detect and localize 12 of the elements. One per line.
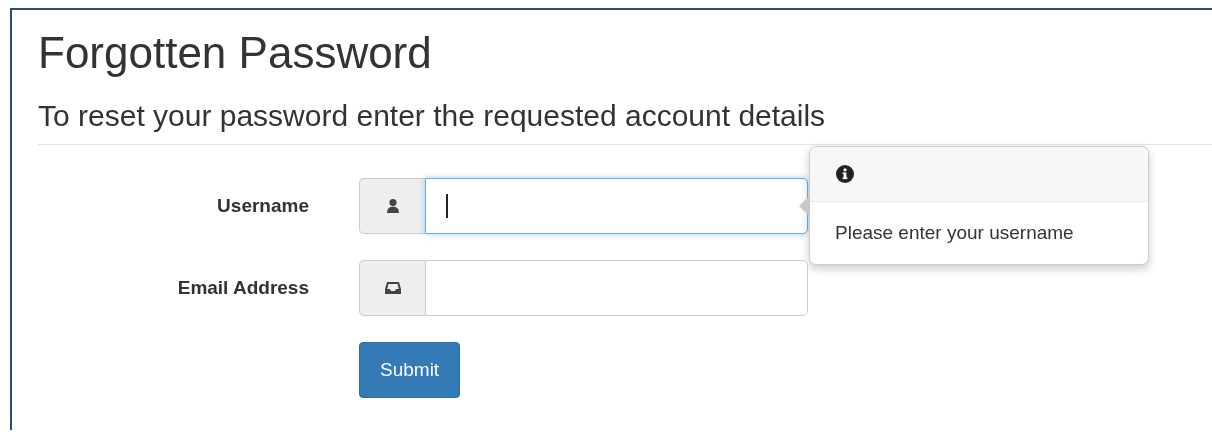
info-icon	[836, 165, 854, 183]
user-icon	[385, 198, 400, 214]
input-field[interactable]	[425, 178, 808, 234]
page-title: Forgotten Password	[38, 28, 433, 78]
inbox-icon	[384, 281, 401, 295]
field-label: Username	[216, 195, 310, 217]
submit-button[interactable]: Submit	[359, 342, 461, 398]
field-label: Email Address	[176, 277, 310, 299]
page-subtitle: To reset your password enter the requested account details	[38, 98, 1212, 145]
text-cursor	[446, 194, 448, 218]
popover-text: Please enter your username	[834, 221, 1075, 245]
input-field[interactable]	[425, 260, 808, 316]
